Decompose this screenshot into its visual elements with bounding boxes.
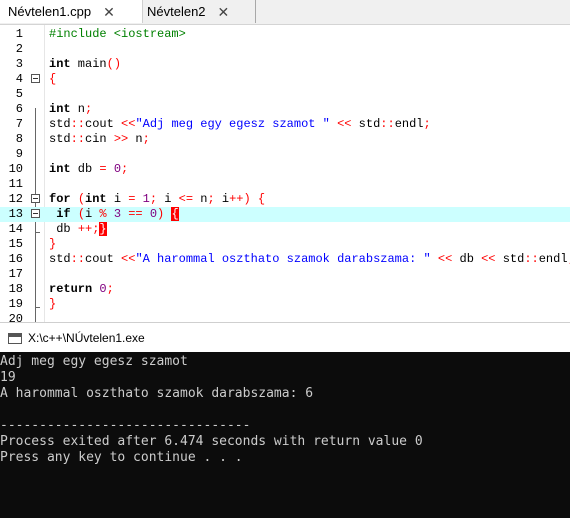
console-line: Adj meg egy egesz szamot: [0, 354, 188, 369]
line-number: 15: [8, 237, 23, 251]
line-number: 17: [8, 267, 23, 281]
line-text: #include <iostream>: [49, 27, 186, 41]
line-text: if (i % 3 == 0) {: [56, 207, 179, 221]
line-number: 19: [8, 297, 23, 311]
line-text: {: [49, 72, 57, 86]
fold-toggle-icon[interactable]: [31, 74, 40, 83]
line-text: db ++;}: [49, 222, 107, 236]
line-number: 12: [8, 192, 23, 206]
code-line: 19 }: [0, 297, 570, 312]
console-separator: --------------------------------: [0, 418, 251, 433]
code-editor[interactable]: 1 #include <iostream> 2 3 int main() 4 {…: [0, 25, 570, 322]
code-line-highlighted: 13 if (i % 3 == 0) {: [0, 207, 570, 222]
line-text: int main(): [49, 57, 122, 71]
code-line: 7 std::cout <<"Adj meg egy egesz szamot …: [0, 117, 570, 132]
console-title: X:\c++\NÚvtelen1.exe: [28, 331, 145, 345]
code-line: 3 int main(): [0, 57, 570, 72]
line-number: 7: [15, 117, 23, 131]
tab-label: Névtelen2: [147, 4, 206, 19]
code-line: 1 #include <iostream>: [0, 27, 570, 42]
line-number: 10: [8, 162, 23, 176]
line-number: 11: [8, 177, 23, 191]
line-text: for (int i = 1; i <= n; i++) {: [49, 192, 266, 206]
line-number: 1: [15, 27, 23, 41]
line-number: 8: [15, 132, 23, 146]
line-number: 14: [8, 222, 23, 236]
line-number: 9: [15, 147, 23, 161]
line-text: std::cout <<"Adj meg egy egesz szamot " …: [49, 117, 431, 131]
code-line: 11: [0, 177, 570, 192]
console-line: A harommal oszthato szamok darabszama: 6: [0, 386, 314, 401]
close-icon[interactable]: ✕: [218, 5, 230, 19]
line-number: 3: [15, 57, 23, 71]
line-number: 13: [8, 207, 23, 221]
line-number: 18: [8, 282, 23, 296]
editor-tab-bar: Névtelen1.cpp ✕ Névtelen2 ✕: [0, 0, 570, 25]
tab-nevtelen1-cpp[interactable]: Névtelen1.cpp ✕: [0, 0, 143, 23]
line-number: 5: [15, 87, 23, 101]
code-line: 14 db ++;}: [0, 222, 570, 237]
console-window-icon: [8, 332, 22, 344]
fold-toggle-icon[interactable]: [31, 209, 40, 218]
line-text: }: [49, 237, 57, 251]
line-text: return 0;: [49, 282, 114, 296]
close-icon[interactable]: ✕: [103, 5, 115, 19]
line-text: std::cin >> n;: [49, 132, 150, 146]
code-line: 10 int db = 0;: [0, 162, 570, 177]
console-line: Process exited after 6.474 seconds with …: [0, 434, 423, 449]
console-title-bar[interactable]: X:\c++\NÚvtelen1.exe: [0, 322, 570, 353]
code-line: 12 for (int i = 1; i <= n; i++) {: [0, 192, 570, 207]
code-line: 9: [0, 147, 570, 162]
fold-toggle-icon[interactable]: [31, 194, 40, 203]
code-line: 20: [0, 312, 570, 322]
line-number: 6: [15, 102, 23, 116]
tab-label: Névtelen1.cpp: [8, 4, 92, 19]
line-number: 20: [8, 312, 23, 322]
line-number: 2: [15, 42, 23, 56]
code-line: 15 }: [0, 237, 570, 252]
code-line: 17: [0, 267, 570, 282]
code-line: 6 int n;: [0, 102, 570, 117]
line-number: 16: [8, 252, 23, 266]
console-line: Press any key to continue . . .: [0, 450, 243, 465]
code-line: 16 std::cout <<"A harommal oszthato szam…: [0, 252, 570, 267]
line-text: std::cout <<"A harommal oszthato szamok …: [49, 252, 570, 266]
line-text: int db = 0;: [49, 162, 129, 176]
tab-nevtelen2[interactable]: Névtelen2 ✕: [143, 0, 256, 23]
code-line: 5: [0, 87, 570, 102]
line-number: 4: [15, 72, 23, 86]
line-text: int n;: [49, 102, 93, 116]
line-text: }: [49, 297, 57, 311]
console-line: 19: [0, 370, 16, 385]
code-line: 4 {: [0, 72, 570, 87]
code-line: 18 return 0;: [0, 282, 570, 297]
code-line: 2: [0, 42, 570, 57]
console-output[interactable]: Adj meg egy egesz szamot 19 A harommal o…: [0, 352, 570, 518]
code-line: 8 std::cin >> n;: [0, 132, 570, 147]
